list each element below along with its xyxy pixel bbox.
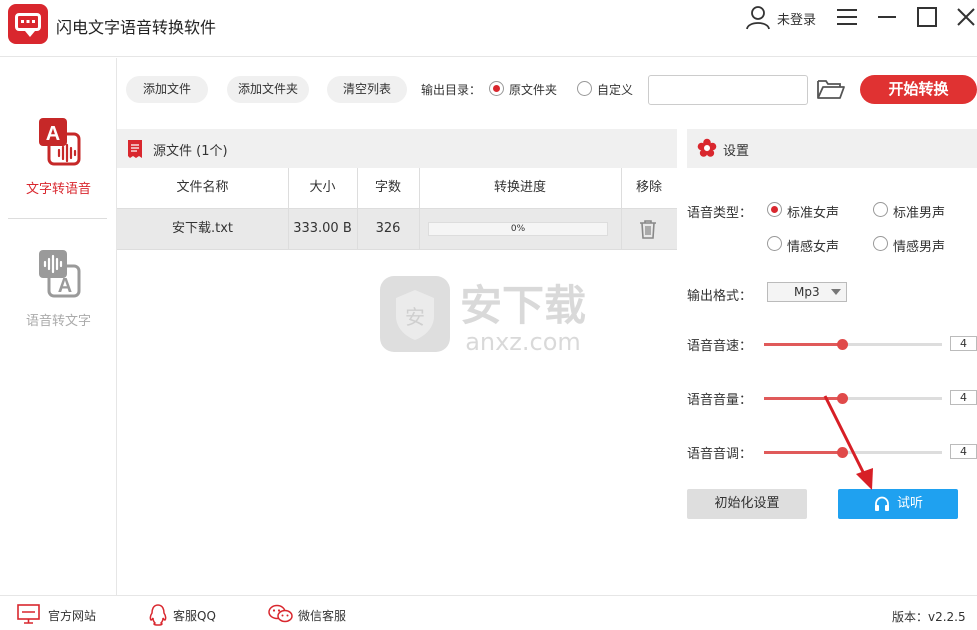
slider-fill bbox=[764, 451, 843, 454]
login-status[interactable]: 未登录 bbox=[777, 9, 816, 28]
watermark-logo: 安 安下载 anxz.com bbox=[380, 276, 586, 356]
slider-knob[interactable] bbox=[837, 447, 849, 458]
speed-label: 语音音速： bbox=[687, 339, 753, 354]
column-header: 文件名称 bbox=[176, 180, 229, 195]
close-icon[interactable] bbox=[955, 6, 977, 28]
svg-text:A: A bbox=[45, 123, 59, 145]
svg-text:A: A bbox=[57, 275, 71, 297]
output-path-input[interactable] bbox=[648, 75, 808, 105]
voice-type-label: 语音类型： bbox=[687, 206, 753, 221]
output-source-label: 原文件夹 bbox=[509, 83, 558, 97]
pitch-slider[interactable] bbox=[764, 447, 942, 458]
clear-list-button[interactable]: 清空列表 bbox=[327, 76, 407, 103]
volume-value[interactable]: 4 bbox=[950, 390, 977, 405]
status-label: 官方网站 bbox=[48, 609, 97, 623]
app-logo-icon bbox=[8, 4, 48, 44]
file-table-header: 文件名称 大小 字数 转换进度 移除 bbox=[117, 168, 677, 208]
watermark-badge-text: 安 bbox=[405, 305, 425, 329]
sidebar: A 文字转语音 A 语音转文字 bbox=[0, 58, 117, 595]
file-size-cell: 333.00 B bbox=[293, 221, 352, 236]
watermark-text: 安下载 bbox=[460, 281, 586, 330]
slider-knob[interactable] bbox=[837, 339, 849, 350]
sidebar-item-speech-to-text[interactable]: A 语音转文字 bbox=[0, 248, 117, 329]
column-header: 转换进度 bbox=[493, 180, 546, 195]
slider-knob[interactable] bbox=[837, 393, 849, 404]
user-icon[interactable] bbox=[745, 4, 771, 30]
add-folder-button[interactable]: 添加文件夹 bbox=[227, 76, 309, 103]
voice-option-label: 标准女声 bbox=[787, 206, 840, 221]
folder-open-icon[interactable] bbox=[816, 77, 846, 101]
format-select[interactable]: Mp3 bbox=[767, 282, 847, 302]
sidebar-divider bbox=[8, 218, 107, 219]
sidebar-item-label: 文字转语音 bbox=[25, 182, 91, 197]
gear-icon bbox=[697, 138, 717, 157]
wechat-icon bbox=[268, 604, 293, 623]
preview-listen-button[interactable]: 试听 bbox=[838, 489, 958, 519]
pitch-label: 语音音调： bbox=[687, 447, 753, 462]
chevron-down-icon bbox=[831, 289, 841, 295]
voice-option-label: 标准男声 bbox=[893, 206, 946, 221]
status-bar: 官方网站 客服QQ 微信客服 版本：v2.2.5 bbox=[0, 595, 977, 630]
reset-settings-button[interactable]: 初始化设置 bbox=[687, 489, 807, 519]
penguin-icon bbox=[149, 604, 167, 626]
version-label: 版本：v2.2.5 bbox=[892, 610, 966, 624]
output-custom-radio[interactable] bbox=[577, 81, 592, 96]
volume-slider[interactable] bbox=[764, 393, 942, 404]
annotation-arrow-icon bbox=[823, 395, 873, 490]
voice-standard-male-radio[interactable] bbox=[873, 202, 888, 217]
speed-value[interactable]: 4 bbox=[950, 336, 977, 351]
output-custom-label: 自定义 bbox=[597, 83, 634, 97]
status-label: 客服QQ bbox=[173, 609, 216, 623]
format-value: Mp3 bbox=[794, 285, 820, 299]
slider-fill bbox=[764, 343, 843, 346]
voice-emotion-female-radio[interactable] bbox=[767, 236, 782, 251]
column-header: 字数 bbox=[374, 180, 401, 195]
source-files-title: 源文件 (1个) bbox=[153, 144, 228, 159]
file-name-cell: 安下载.txt bbox=[171, 221, 234, 236]
sidebar-item-label: 语音转文字 bbox=[25, 314, 91, 329]
pitch-value[interactable]: 4 bbox=[950, 444, 977, 459]
sidebar-item-text-to-speech[interactable]: A 文字转语音 bbox=[0, 116, 117, 197]
voice-option-label: 情感男声 bbox=[893, 240, 946, 255]
format-label: 输出格式： bbox=[687, 289, 753, 304]
column-header: 大小 bbox=[309, 180, 336, 195]
trash-icon[interactable] bbox=[639, 219, 657, 239]
settings-title: 设置 bbox=[723, 144, 750, 159]
speed-slider[interactable] bbox=[764, 339, 942, 350]
monitor-icon bbox=[17, 604, 40, 624]
watermark-url: anxz.com bbox=[465, 328, 581, 356]
document-icon bbox=[128, 140, 142, 158]
minimize-icon[interactable] bbox=[876, 7, 898, 27]
speech-to-text-icon: A bbox=[38, 250, 80, 298]
table-row[interactable]: 安下载.txt 333.00 B 326 0% bbox=[117, 208, 677, 250]
headphones-icon bbox=[875, 496, 889, 511]
column-divider bbox=[419, 168, 420, 250]
word-count-cell: 326 bbox=[375, 221, 401, 236]
output-source-radio[interactable] bbox=[489, 81, 504, 96]
start-convert-button[interactable]: 开始转换 bbox=[860, 75, 977, 104]
menu-icon[interactable] bbox=[836, 8, 858, 26]
column-header: 移除 bbox=[635, 180, 662, 195]
column-divider bbox=[288, 168, 289, 250]
voice-standard-female-radio[interactable] bbox=[767, 202, 782, 217]
add-file-button[interactable]: 添加文件 bbox=[126, 76, 208, 103]
voice-option-label: 情感女声 bbox=[787, 240, 840, 255]
progress-text: 0% bbox=[510, 224, 526, 234]
status-label: 微信客服 bbox=[298, 609, 347, 623]
slider-fill bbox=[764, 397, 843, 400]
settings-header: 设置 bbox=[687, 129, 977, 168]
conversion-progress-bar: 0% bbox=[428, 222, 608, 236]
source-files-header: 源文件 (1个) bbox=[117, 129, 677, 168]
maximize-icon[interactable] bbox=[916, 6, 938, 28]
title-bar: 闪电文字语音转换软件 未登录 bbox=[0, 0, 977, 57]
app-title: 闪电文字语音转换软件 bbox=[56, 18, 217, 37]
voice-emotion-male-radio[interactable] bbox=[873, 236, 888, 251]
volume-label: 语音音量： bbox=[687, 393, 753, 408]
text-to-speech-icon: A bbox=[38, 118, 80, 166]
listen-label: 试听 bbox=[897, 496, 924, 511]
column-divider bbox=[357, 168, 358, 250]
column-divider bbox=[621, 168, 622, 250]
output-dir-label: 输出目录： bbox=[421, 83, 482, 97]
